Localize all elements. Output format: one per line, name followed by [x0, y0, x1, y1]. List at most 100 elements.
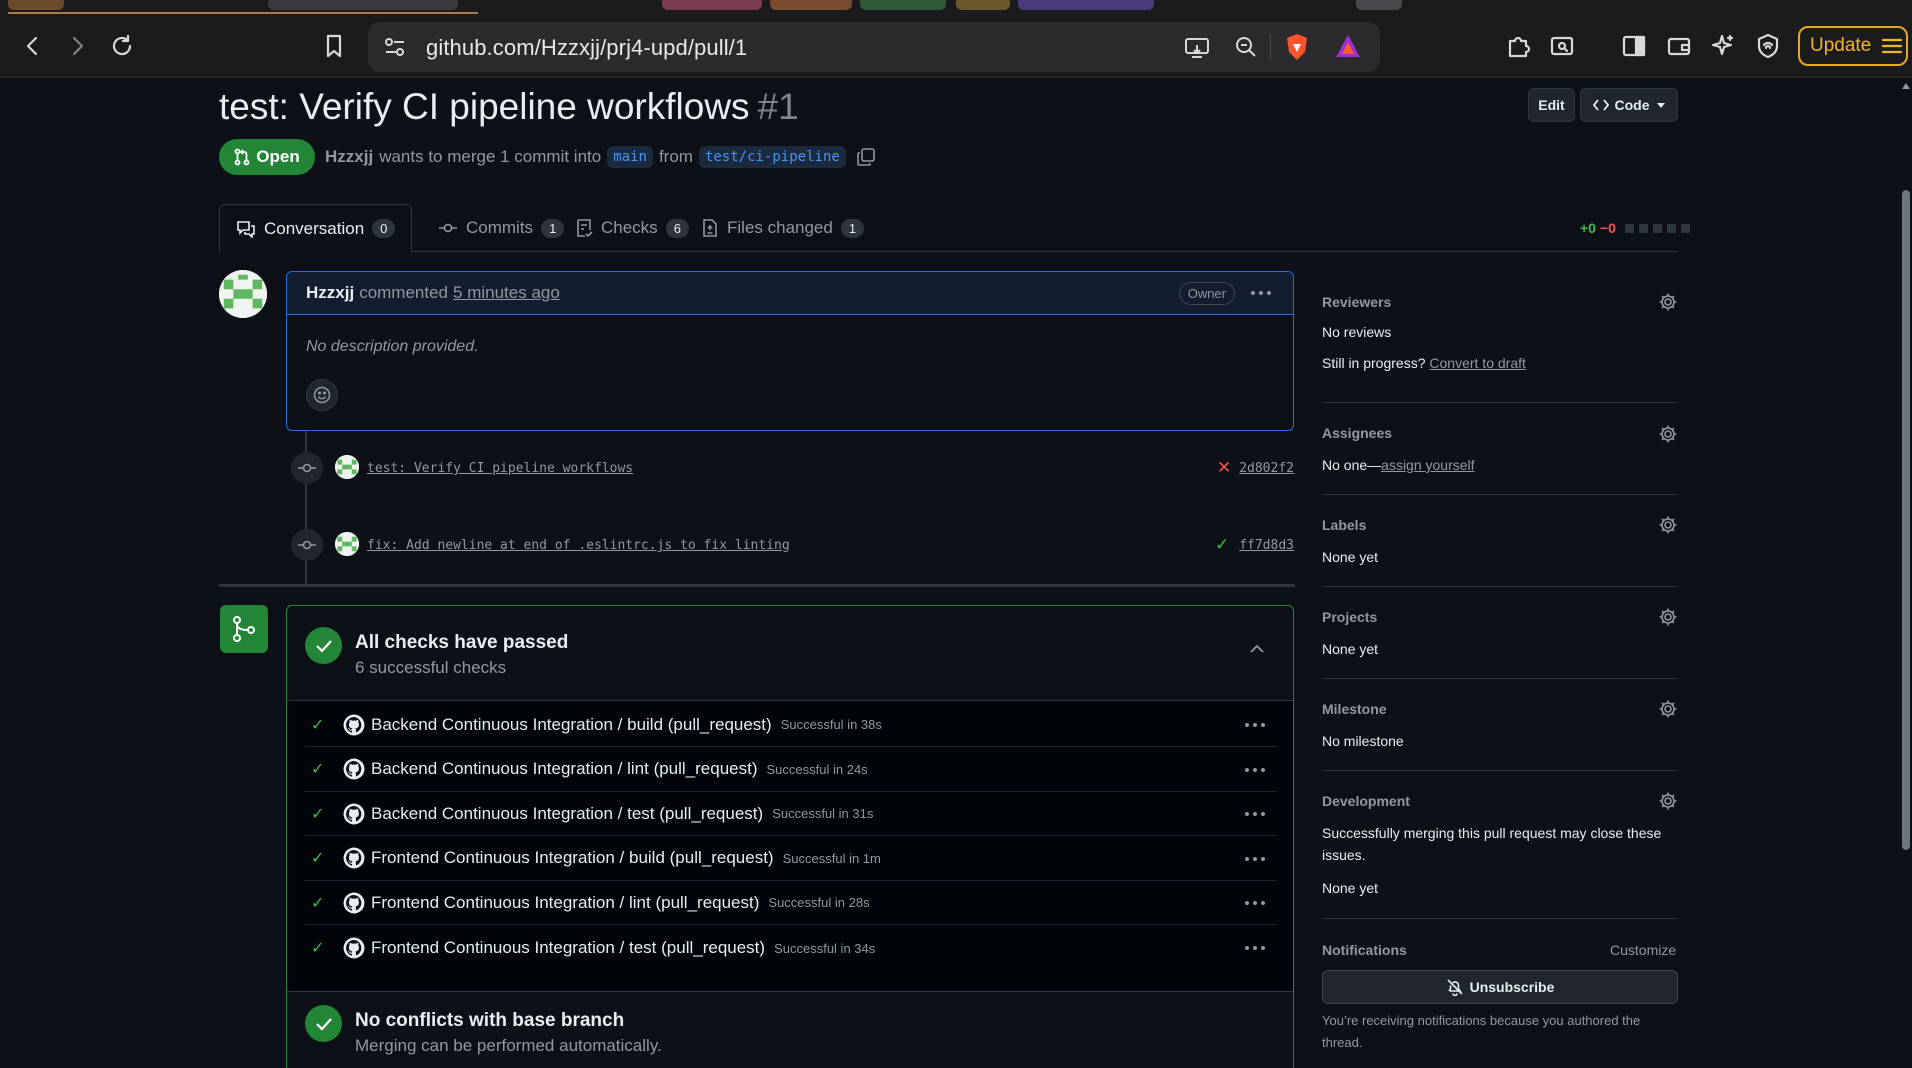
browser-tab[interactable] [8, 0, 64, 10]
tab-conversation[interactable]: Conversation 0 [219, 204, 413, 253]
comment-author[interactable]: Hzzxjj [306, 283, 354, 303]
assign-yourself-link[interactable]: assign yourself [1381, 457, 1474, 473]
convert-to-draft-link[interactable]: Convert to draft [1429, 355, 1526, 371]
check-options-button[interactable] [1243, 765, 1267, 775]
browser-tab[interactable] [662, 0, 762, 10]
brave-rewards-icon[interactable] [1334, 33, 1362, 59]
commit-message-link[interactable]: fix: Add newline at end of .eslintrc.js … [367, 538, 790, 553]
dot-icon [1253, 812, 1257, 817]
zoom-icon[interactable] [1234, 35, 1258, 59]
base-branch[interactable]: main [607, 146, 653, 168]
check-duration: Successful in 24s [766, 761, 868, 777]
pr-tabs: Conversation 0 Commits 1 Checks 6 Files … [219, 204, 1677, 253]
avatar[interactable] [219, 270, 267, 318]
copy-icon[interactable] [856, 147, 876, 167]
gear-icon[interactable] [1658, 699, 1678, 719]
vpn-shield-icon [1757, 33, 1779, 59]
pr-title-text: test: Verify CI pipeline workflows [219, 86, 750, 127]
browser-tab[interactable] [1356, 0, 1402, 10]
check-icon: ✓ [311, 894, 325, 912]
vpn-button[interactable] [1750, 28, 1786, 64]
url-text[interactable]: github.com/Hzzxjj/prj4-upd/pull/1 [426, 35, 747, 61]
gear-icon[interactable] [1658, 515, 1678, 535]
tab-checks[interactable]: Checks 6 [559, 204, 705, 252]
cast-icon[interactable] [1184, 35, 1210, 59]
browser-tab[interactable] [268, 0, 458, 10]
edit-button[interactable]: Edit [1528, 88, 1575, 122]
browser-tab[interactable] [770, 0, 852, 10]
check-name[interactable]: Backend Continuous Integration / lint (p… [371, 759, 758, 779]
wallet-button[interactable] [1661, 28, 1697, 64]
commit-message-link[interactable]: test: Verify CI pipeline workflows [367, 461, 633, 476]
check-name[interactable]: Frontend Continuous Integration / test (… [371, 938, 765, 958]
pr-author-link[interactable]: Hzzxjj [325, 147, 373, 167]
bookmark-button[interactable] [316, 28, 352, 64]
forward-button[interactable] [59, 28, 95, 64]
gear-icon[interactable] [1658, 607, 1678, 627]
sidebar-toggle-button[interactable] [1616, 28, 1652, 64]
page-scrollbar[interactable] [1900, 78, 1912, 1068]
code-button[interactable]: Code [1580, 88, 1678, 122]
check-options-button[interactable] [1243, 720, 1267, 730]
check-options-button[interactable] [1243, 809, 1267, 819]
development-note: Successfully merging this pull request m… [1322, 825, 1662, 863]
avatar[interactable] [335, 455, 359, 479]
reload-button[interactable] [104, 28, 140, 64]
from-text: from [658, 147, 693, 166]
browser-tab[interactable] [860, 0, 946, 10]
check-row[interactable]: ✓ Backend Continuous Integration / test (… [305, 792, 1277, 837]
scroll-up-icon[interactable] [1902, 82, 1910, 90]
tab-label: Conversation [264, 218, 365, 238]
check-name[interactable]: Frontend Continuous Integration / lint (… [371, 893, 759, 913]
comment-options-button[interactable] [1249, 288, 1273, 298]
commit-node [291, 529, 323, 561]
comment-time[interactable]: 5 minutes ago [453, 283, 560, 303]
dot-icon [1253, 901, 1257, 906]
check-name[interactable]: Backend Continuous Integration / build (… [371, 715, 772, 735]
gear-icon[interactable] [1658, 292, 1678, 312]
chevron-up-icon[interactable] [1249, 644, 1265, 654]
site-settings-icon[interactable] [384, 37, 406, 57]
checks-subtitle: 6 successful checks [355, 658, 507, 677]
browser-tab[interactable] [1018, 0, 1154, 10]
x-icon[interactable]: ✕ [1217, 458, 1231, 478]
check-options-button[interactable] [1243, 898, 1267, 908]
avatar[interactable] [335, 532, 359, 556]
checks-status-icon [305, 627, 342, 664]
dot-icon [1245, 856, 1249, 861]
check-icon: ✓ [311, 805, 325, 823]
gear-icon[interactable] [1658, 424, 1678, 444]
menu-icon [1882, 38, 1903, 54]
check-icon[interactable]: ✓ [1215, 535, 1229, 555]
extensions-button[interactable] [1500, 28, 1536, 64]
diffstat-added: +0 [1580, 220, 1596, 236]
gear-icon[interactable] [1658, 791, 1678, 811]
commit-sha-link[interactable]: ff7d8d3 [1239, 538, 1294, 553]
check-row[interactable]: ✓ Backend Continuous Integration / build … [305, 703, 1277, 747]
check-row[interactable]: ✓ Frontend Continuous Integration / lint … [305, 881, 1277, 926]
check-name[interactable]: Backend Continuous Integration / test (p… [371, 804, 763, 824]
head-branch[interactable]: test/ci-pipeline [698, 146, 846, 168]
check-name[interactable]: Frontend Continuous Integration / build … [371, 848, 774, 868]
check-duration: Successful in 1m [782, 850, 881, 866]
tab-commits[interactable]: Commits 1 [422, 204, 580, 252]
check-options-button[interactable] [1243, 943, 1267, 953]
customize-link[interactable]: Customize [1610, 942, 1676, 958]
tab-files-changed[interactable]: Files changed 1 [685, 204, 880, 252]
address-bar[interactable]: github.com/Hzzxjj/prj4-upd/pull/1 [368, 22, 1380, 72]
back-button[interactable] [15, 28, 51, 64]
commit-sha-link[interactable]: 2d802f2 [1239, 461, 1294, 476]
brave-shields-icon[interactable] [1284, 32, 1310, 62]
check-row[interactable]: ✓ Frontend Continuous Integration / test … [305, 926, 1277, 970]
comment-header: Hzzxjj commented 5 minutes ago [287, 272, 1293, 315]
leo-ai-button[interactable] [1705, 28, 1741, 64]
scrollbar-thumb[interactable] [1902, 190, 1910, 850]
add-reaction-button[interactable] [306, 379, 338, 411]
check-row[interactable]: ✓ Backend Continuous Integration / lint (… [305, 748, 1277, 792]
unsubscribe-button[interactable]: Unsubscribe [1322, 970, 1678, 1004]
update-button[interactable]: Update [1798, 26, 1908, 66]
check-options-button[interactable] [1243, 854, 1267, 864]
check-row[interactable]: ✓ Frontend Continuous Integration / build… [305, 837, 1277, 881]
reader-button[interactable] [1544, 28, 1580, 64]
browser-tab[interactable] [956, 0, 1010, 10]
